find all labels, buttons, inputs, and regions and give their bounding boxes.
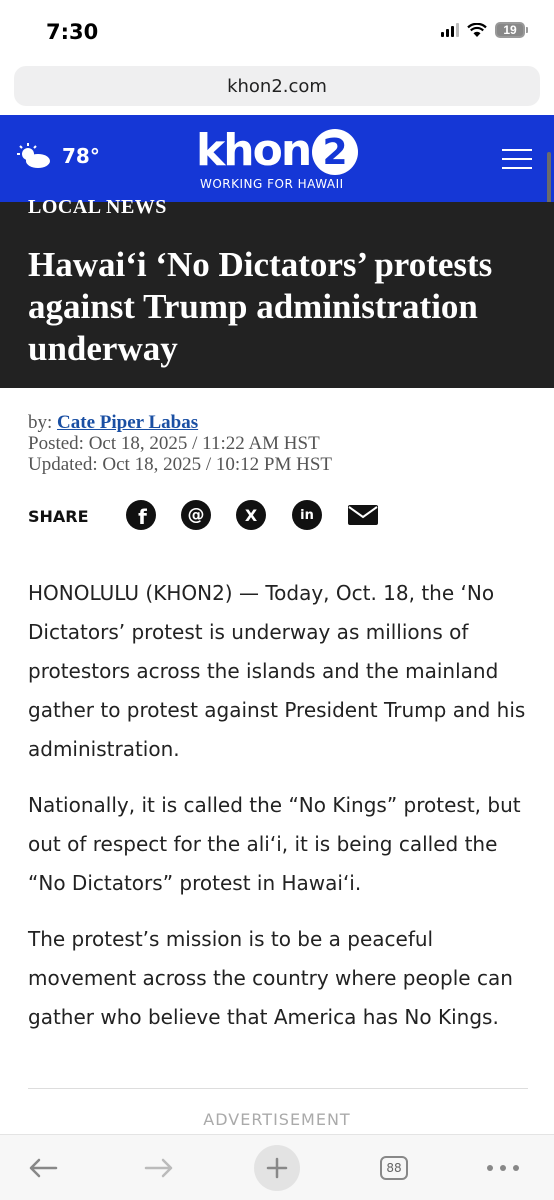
site-header: 78° khon 2 WORKING FOR HAWAII	[0, 115, 554, 202]
browser-toolbar: 88	[0, 1134, 554, 1200]
more-icon[interactable]	[480, 1145, 526, 1191]
address-bar[interactable]: khon2.com	[14, 66, 540, 106]
posted-date: Posted: Oct 18, 2025 / 11:22 AM HST	[28, 433, 320, 454]
share-bar: SHARE f @ X in	[28, 500, 428, 534]
facebook-icon[interactable]: f	[126, 500, 156, 530]
logo-circle: 2	[312, 129, 358, 175]
status-bar: 7:30 19	[0, 0, 554, 62]
article-paragraph: HONOLULU (KHON2) — Today, Oct. 18, the ‘…	[28, 581, 526, 761]
linkedin-icon[interactable]: in	[292, 500, 322, 530]
battery-level: 19	[495, 22, 525, 38]
byline-prefix: by:	[28, 412, 53, 433]
weather-temperature: 78°	[62, 144, 100, 168]
back-icon[interactable]	[20, 1145, 66, 1191]
wifi-icon	[467, 22, 487, 37]
logo-number: 2	[322, 131, 348, 173]
category-label[interactable]: LOCAL NEWS	[28, 196, 167, 219]
logo-tagline: WORKING FOR HAWAII	[200, 177, 344, 191]
cellular-signal-icon	[441, 23, 459, 37]
share-label: SHARE	[28, 507, 89, 526]
url-text: khon2.com	[227, 75, 327, 97]
partly-cloudy-icon	[17, 143, 50, 168]
byline: by: Cate Piper Labas Posted: Oct 18, 202…	[28, 412, 332, 475]
article-paragraph: The protest’s mission is to be a peacefu…	[28, 927, 513, 1029]
weather-widget[interactable]: 78°	[16, 143, 100, 169]
advertisement-label: ADVERTISEMENT	[203, 1110, 351, 1129]
threads-icon[interactable]: @	[181, 500, 211, 530]
article-header: LOCAL NEWS Hawai‘i ‘No Dictators’ protes…	[0, 196, 554, 388]
status-time: 7:30	[46, 20, 99, 44]
hamburger-menu-icon[interactable]	[502, 149, 532, 169]
updated-date: Updated: Oct 18, 2025 / 10:12 PM HST	[28, 454, 332, 475]
divider	[28, 1088, 528, 1089]
article-paragraph: Nationally, it is called the “No Kings” …	[28, 793, 521, 895]
khon2-logo[interactable]: khon 2 WORKING FOR HAWAII	[196, 125, 376, 197]
logo-wordmark: khon	[196, 125, 312, 176]
article-title: Hawai‘i ‘No Dictators’ protests against …	[28, 245, 493, 368]
article-body: HONOLULU (KHON2) — Today, Oct. 18, the ‘…	[28, 574, 528, 1054]
battery-icon: 19	[495, 22, 528, 38]
forward-icon[interactable]	[136, 1145, 182, 1191]
email-icon[interactable]	[348, 505, 378, 525]
tabs-icon[interactable]: 88	[371, 1145, 417, 1191]
status-icons: 19	[441, 22, 528, 38]
x-icon[interactable]: X	[236, 500, 266, 530]
plus-icon[interactable]	[254, 1145, 300, 1191]
author-link[interactable]: Cate Piper Labas	[57, 412, 198, 433]
tabs-count: 88	[380, 1156, 408, 1180]
